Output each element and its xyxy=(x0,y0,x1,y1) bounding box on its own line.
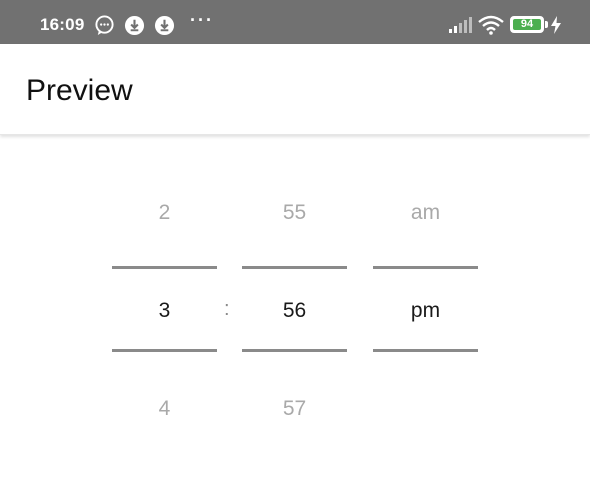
time-separator: : xyxy=(224,298,230,320)
app-bar: Preview xyxy=(0,44,590,135)
minute-divider-top xyxy=(242,266,347,269)
period-prev[interactable]: am xyxy=(373,201,478,225)
period-wheel[interactable]: am pm xyxy=(373,135,478,482)
page-title: Preview xyxy=(26,74,133,107)
download-icon xyxy=(124,15,145,36)
minute-wheel[interactable]: 55 56 57 xyxy=(242,135,347,482)
time-picker: 2 3 4 : 55 56 57 am pm xyxy=(0,135,590,482)
download-icon xyxy=(154,15,175,36)
period-divider-bottom xyxy=(373,349,478,352)
chat-bubble-icon xyxy=(95,15,114,36)
status-bar: 16:09 ··· 94 xyxy=(0,0,590,44)
minute-next[interactable]: 57 xyxy=(242,397,347,421)
hour-prev[interactable]: 2 xyxy=(112,201,217,225)
hour-divider-top xyxy=(112,266,217,269)
period-selected[interactable]: pm xyxy=(373,299,478,323)
battery-level: 94 xyxy=(520,18,534,30)
battery-tip xyxy=(545,21,548,28)
minute-divider-bottom xyxy=(242,349,347,352)
period-divider-top xyxy=(373,266,478,269)
hour-wheel[interactable]: 2 3 4 xyxy=(112,135,217,482)
battery-icon: 94 xyxy=(510,16,544,33)
minute-prev[interactable]: 55 xyxy=(242,201,347,225)
signal-icon xyxy=(449,17,472,33)
status-time: 16:09 xyxy=(40,15,85,34)
wifi-icon xyxy=(478,15,504,35)
hour-next[interactable]: 4 xyxy=(112,397,217,421)
more-dots-icon: ··· xyxy=(190,10,214,30)
hour-divider-bottom xyxy=(112,349,217,352)
charging-icon xyxy=(551,16,561,34)
minute-selected[interactable]: 56 xyxy=(242,299,347,323)
hour-selected[interactable]: 3 xyxy=(112,299,217,323)
